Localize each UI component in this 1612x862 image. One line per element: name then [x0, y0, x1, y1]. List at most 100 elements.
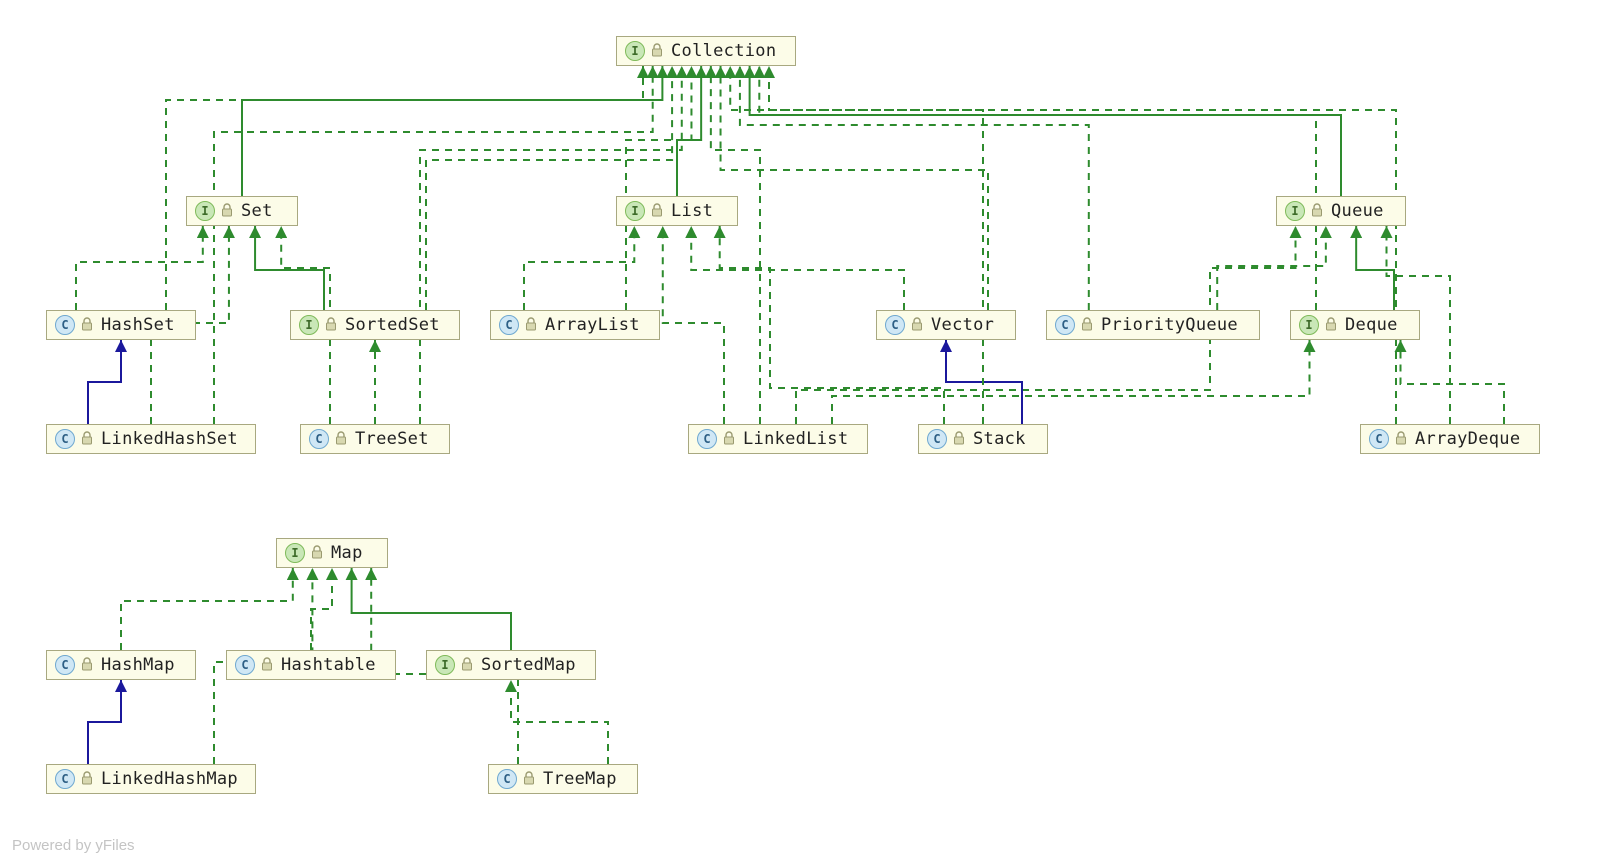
- class-icon: C: [55, 655, 75, 675]
- edge-linkedhashset-to-hashset: [88, 340, 121, 424]
- lock-icon: [311, 544, 331, 563]
- edge-vector-to-list: [691, 226, 904, 310]
- node-label: SortedMap: [481, 655, 576, 675]
- interface-icon: I: [299, 315, 319, 335]
- class-icon: C: [55, 429, 75, 449]
- lock-icon: [1311, 202, 1331, 221]
- node-label: Set: [241, 201, 273, 221]
- node-stack[interactable]: C Stack: [918, 424, 1048, 454]
- lock-icon: [651, 202, 671, 221]
- node-label: ArrayDeque: [1415, 429, 1520, 449]
- edge-treeset-to-collection: [420, 66, 682, 424]
- lock-icon: [81, 770, 101, 789]
- node-list[interactable]: I List: [616, 196, 738, 226]
- class-icon: C: [55, 769, 75, 789]
- edge-sortedset-to-collection: [426, 66, 672, 310]
- edge-deque-to-queue: [1356, 226, 1394, 310]
- lock-icon: [523, 770, 543, 789]
- edge-arraydeque-to-deque: [1401, 340, 1505, 424]
- node-label: TreeSet: [355, 429, 429, 449]
- node-queue[interactable]: IQueue: [1276, 196, 1406, 226]
- interface-icon: I: [625, 201, 645, 221]
- node-vector[interactable]: C Vector: [876, 310, 1016, 340]
- edge-hashset-to-collection: [166, 66, 643, 310]
- lock-icon: [81, 316, 101, 335]
- edge-sortedset-to-set: [255, 226, 324, 310]
- node-label: Map: [331, 543, 363, 563]
- node-label: HashMap: [101, 655, 175, 675]
- node-hashtable[interactable]: C Hashtable: [226, 650, 396, 680]
- lock-icon: [1325, 316, 1345, 335]
- edge-priorityqueue-to-queue: [1217, 226, 1326, 310]
- node-arraydeque[interactable]: CArrayDeque: [1360, 424, 1540, 454]
- node-label: HashSet: [101, 315, 175, 335]
- node-priorityqueue[interactable]: CPriorityQueue: [1046, 310, 1260, 340]
- lock-icon: [1081, 316, 1101, 335]
- lock-icon: [953, 430, 973, 449]
- node-label: Stack: [973, 429, 1026, 449]
- node-label: SortedSet: [345, 315, 440, 335]
- lock-icon: [1395, 430, 1415, 449]
- node-sortedset[interactable]: I SortedSet: [290, 310, 460, 340]
- node-treeset[interactable]: C TreeSet: [300, 424, 450, 454]
- lock-icon: [261, 656, 281, 675]
- edge-stack-to-vector: [946, 340, 1022, 424]
- edge-linkedlist-to-deque: [832, 340, 1310, 424]
- node-label: TreeMap: [543, 769, 617, 789]
- node-treemap[interactable]: CTreeMap: [488, 764, 638, 794]
- node-label: Hashtable: [281, 655, 376, 675]
- node-label: List: [671, 201, 713, 221]
- edge-linkedhashset-to-collection: [214, 66, 653, 424]
- node-hashset[interactable]: C HashSet: [46, 310, 196, 340]
- lock-icon: [651, 42, 671, 61]
- node-deque[interactable]: IDeque: [1290, 310, 1420, 340]
- edge-hashmap-to-map: [121, 568, 293, 650]
- edge-deque-to-collection: [759, 66, 1316, 310]
- class-icon: C: [235, 655, 255, 675]
- node-map[interactable]: I Map: [276, 538, 388, 568]
- lock-icon: [325, 316, 345, 335]
- edge-set-to-collection: [242, 66, 662, 196]
- lock-icon: [461, 656, 481, 675]
- edge-stack-to-collection: [730, 66, 983, 424]
- edge-arraydeque-to-collection: [769, 66, 1396, 424]
- edge-priorityqueue-to-collection: [740, 66, 1089, 310]
- interface-icon: I: [285, 543, 305, 563]
- class-icon: C: [309, 429, 329, 449]
- edge-vector-to-collection: [721, 66, 988, 310]
- edge-hashtable-to-map: [311, 568, 332, 650]
- footer-attribution: Powered by yFiles: [12, 837, 135, 854]
- edge-linkedhashmap-to-hashmap: [88, 680, 121, 764]
- lock-icon: [723, 430, 743, 449]
- node-linkedhashmap[interactable]: CLinkedHashMap: [46, 764, 256, 794]
- class-icon: C: [499, 315, 519, 335]
- node-hashmap[interactable]: C HashMap: [46, 650, 196, 680]
- node-arraylist[interactable]: C ArrayList: [490, 310, 660, 340]
- edge-linkedlist-to-collection: [711, 66, 760, 424]
- interface-icon: I: [195, 201, 215, 221]
- node-linkedlist[interactable]: CLinkedList: [688, 424, 868, 454]
- edge-hashset-to-set: [76, 226, 203, 310]
- node-sortedmap[interactable]: ISortedMap: [426, 650, 596, 680]
- node-label: Collection: [671, 41, 776, 61]
- node-label: PriorityQueue: [1101, 315, 1238, 335]
- edge-linkedlist-to-list: [663, 226, 724, 424]
- node-set[interactable]: I Set: [186, 196, 298, 226]
- class-icon: C: [927, 429, 947, 449]
- interface-icon: I: [1285, 201, 1305, 221]
- edge-arraylist-to-collection: [626, 66, 691, 310]
- node-label: Vector: [931, 315, 994, 335]
- node-collection[interactable]: I Collection: [616, 36, 796, 66]
- edge-list-to-collection: [677, 66, 701, 196]
- class-icon: C: [885, 315, 905, 335]
- interface-icon: I: [625, 41, 645, 61]
- node-label: LinkedList: [743, 429, 848, 449]
- class-icon: C: [55, 315, 75, 335]
- node-label: ArrayList: [545, 315, 640, 335]
- node-label: Deque: [1345, 315, 1398, 335]
- edge-queue-to-collection: [750, 66, 1341, 196]
- lock-icon: [911, 316, 931, 335]
- edge-sortedmap-to-map: [352, 568, 511, 650]
- node-label: LinkedHashSet: [101, 429, 238, 449]
- node-linkedhashset[interactable]: C LinkedHashSet: [46, 424, 256, 454]
